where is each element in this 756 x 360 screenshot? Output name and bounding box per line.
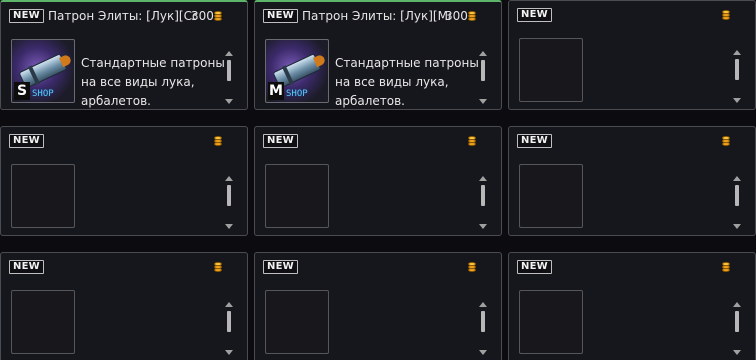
- shop-card-6[interactable]: NEW: [508, 126, 756, 236]
- scrollbar-thumb[interactable]: [227, 311, 231, 332]
- scrollbar-thumb[interactable]: [227, 185, 231, 206]
- shop-label: SHOP: [286, 89, 308, 99]
- scroll-down-arrow-icon[interactable]: [733, 224, 741, 229]
- scrollbar-thumb[interactable]: [735, 59, 739, 80]
- new-badge: NEW: [9, 9, 44, 23]
- scrollbar-thumb[interactable]: [481, 185, 485, 206]
- gold-coin-icon: [468, 136, 476, 146]
- shop-item-grid: NEW Патрон Элиты: [Лук][Со.. 300 S SHOP …: [0, 0, 756, 360]
- item-description: Стандартные патроны на все виды лука, ар…: [335, 56, 479, 108]
- item-icon-slot[interactable]: S SHOP: [11, 39, 75, 103]
- gold-coin-icon: [214, 136, 222, 146]
- item-icon-slot[interactable]: [519, 164, 583, 228]
- item-price: 300: [191, 9, 214, 23]
- scroll-up-arrow-icon[interactable]: [733, 50, 741, 55]
- item-icon-slot[interactable]: [11, 164, 75, 228]
- shop-card-7[interactable]: NEW: [0, 252, 248, 360]
- scroll-up-arrow-icon[interactable]: [733, 302, 741, 307]
- new-badge: NEW: [517, 260, 552, 274]
- item-name: Патрон Элиты: [Лук][Со..: [48, 9, 196, 23]
- shop-card-9[interactable]: NEW: [508, 252, 756, 360]
- item-icon-slot[interactable]: [265, 290, 329, 354]
- scrollbar-thumb[interactable]: [735, 311, 739, 332]
- gold-coin-icon: [722, 136, 730, 146]
- new-badge: NEW: [517, 134, 552, 148]
- scrollbar-thumb[interactable]: [735, 185, 739, 206]
- grade-label: S: [14, 82, 30, 100]
- shop-card-2[interactable]: NEW Патрон Элиты: [Лук][Ма.. 300 M SHOP …: [254, 0, 502, 110]
- item-description: Стандартные патроны на все виды лука, ар…: [81, 56, 225, 108]
- new-badge: NEW: [263, 260, 298, 274]
- scroll-up-arrow-icon[interactable]: [225, 51, 233, 56]
- shop-card-3[interactable]: NEW: [508, 0, 756, 110]
- scroll-down-arrow-icon[interactable]: [479, 99, 487, 104]
- scroll-up-arrow-icon[interactable]: [225, 176, 233, 181]
- item-price: 300: [445, 9, 468, 23]
- scroll-down-arrow-icon[interactable]: [225, 350, 233, 355]
- new-badge: NEW: [263, 134, 298, 148]
- new-badge: NEW: [9, 260, 44, 274]
- scroll-up-arrow-icon[interactable]: [479, 302, 487, 307]
- grade-label: M: [268, 82, 284, 100]
- item-icon-slot[interactable]: [265, 164, 329, 228]
- scroll-down-arrow-icon[interactable]: [479, 350, 487, 355]
- shop-card-5[interactable]: NEW: [254, 126, 502, 236]
- shop-label: SHOP: [32, 89, 54, 99]
- scroll-down-arrow-icon[interactable]: [479, 224, 487, 229]
- scrollbar-thumb[interactable]: [481, 60, 485, 81]
- new-badge: NEW: [263, 9, 298, 23]
- scrollbar-thumb[interactable]: [481, 311, 485, 332]
- scroll-down-arrow-icon[interactable]: [733, 98, 741, 103]
- gold-coin-icon: [468, 262, 476, 272]
- scroll-up-arrow-icon[interactable]: [733, 176, 741, 181]
- gold-coin-icon: [722, 10, 730, 20]
- scrollbar-thumb[interactable]: [227, 60, 231, 81]
- gold-coin-icon: [214, 262, 222, 272]
- scroll-up-arrow-icon[interactable]: [479, 51, 487, 56]
- item-icon-slot[interactable]: M SHOP: [265, 39, 329, 103]
- item-icon-slot[interactable]: [519, 290, 583, 354]
- scroll-down-arrow-icon[interactable]: [733, 350, 741, 355]
- scroll-down-arrow-icon[interactable]: [225, 224, 233, 229]
- new-badge: NEW: [517, 8, 552, 22]
- gold-coin-icon: [722, 262, 730, 272]
- scroll-down-arrow-icon[interactable]: [225, 99, 233, 104]
- new-badge: NEW: [9, 134, 44, 148]
- item-icon-slot[interactable]: [519, 38, 583, 102]
- gold-coin-icon: [214, 11, 222, 21]
- shop-card-8[interactable]: NEW: [254, 252, 502, 360]
- shop-card-4[interactable]: NEW: [0, 126, 248, 236]
- item-name: Патрон Элиты: [Лук][Ма..: [302, 9, 450, 23]
- scroll-up-arrow-icon[interactable]: [225, 302, 233, 307]
- item-icon-slot[interactable]: [11, 290, 75, 354]
- gold-coin-icon: [468, 11, 476, 21]
- shop-card-1[interactable]: NEW Патрон Элиты: [Лук][Со.. 300 S SHOP …: [0, 0, 248, 110]
- scroll-up-arrow-icon[interactable]: [479, 176, 487, 181]
